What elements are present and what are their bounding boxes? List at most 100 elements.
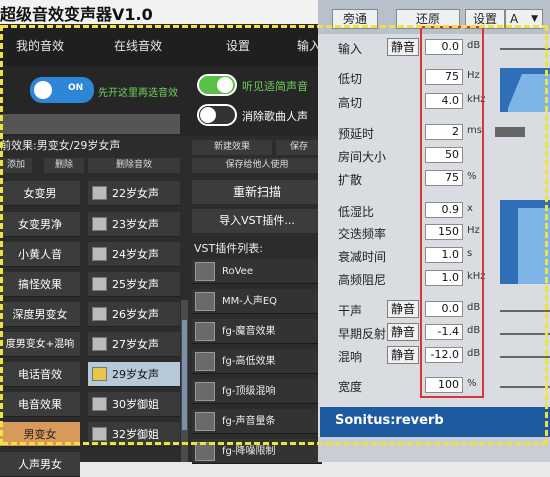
tab-settings[interactable]: 设置 — [198, 26, 278, 66]
brand-label: Sonitus:reverb — [335, 413, 444, 428]
panel-footer — [318, 437, 550, 462]
remove-vocal-label: 消除歌曲人声 — [242, 110, 308, 123]
param-label: 交迭频率 — [338, 227, 387, 241]
highlight-box — [420, 26, 484, 398]
vst-plugin-item[interactable]: fg-声音量条 — [192, 409, 322, 434]
mute-button[interactable]: 静音 — [387, 300, 419, 318]
category-item[interactable]: 女变男净 — [0, 212, 80, 237]
voice-item[interactable]: 26岁女声 — [88, 302, 180, 327]
param-label: 早期反射 — [338, 327, 387, 341]
dashed-border — [545, 25, 548, 445]
clear-voice-label: 听见适简声音 — [242, 80, 308, 93]
dashed-border — [2, 25, 548, 28]
param-label: 衰减时间 — [338, 250, 387, 264]
preset-icon — [92, 217, 107, 231]
tab-bar: 我的音效 在线音效 设置 输入 — [0, 26, 330, 66]
remove-vocal-toggle[interactable] — [197, 104, 237, 126]
category-item[interactable]: 电话音效 — [0, 362, 80, 387]
toggle-knob — [200, 107, 216, 123]
predelay-slider[interactable] — [495, 127, 525, 137]
plugin-icon — [195, 412, 215, 431]
mute-button[interactable]: 静音 — [387, 346, 419, 364]
preset-icon — [92, 186, 107, 200]
preset-icon — [92, 247, 107, 261]
delete-button[interactable]: 删除 — [44, 158, 84, 173]
save-personal-button[interactable]: 保存给他人使用 — [192, 158, 322, 173]
tab-online-effects[interactable]: 在线音效 — [98, 26, 178, 66]
save-button[interactable]: 保存 — [276, 140, 322, 155]
vst-plugin-item[interactable]: fg-顶级混响 — [192, 379, 322, 404]
vst-list-label: VST插件列表: — [194, 242, 263, 255]
plugin-icon — [195, 262, 215, 281]
param-label: 高频阻尼 — [338, 273, 387, 287]
app-title: 超级音效变声器V1.0 — [0, 5, 153, 24]
toggle-knob — [217, 77, 233, 93]
toggle-knob — [34, 81, 52, 99]
clear-voice-toggle[interactable] — [197, 74, 237, 96]
plugin-icon — [195, 382, 215, 401]
voice-item[interactable]: 25岁女声 — [88, 272, 180, 297]
param-label: 混响 — [338, 350, 363, 364]
category-item[interactable]: 电音效果 — [0, 392, 80, 417]
filter-curve-icon — [508, 74, 550, 112]
decay-graph — [500, 200, 550, 284]
voice-item[interactable]: 27岁女声 — [88, 332, 180, 357]
title-bar: 超级音效变声器V1.0 — [0, 0, 330, 24]
preset-icon — [92, 337, 107, 351]
slider-track[interactable] — [500, 333, 550, 335]
param-label: 低切 — [338, 72, 363, 86]
category-item[interactable]: 搞怪效果 — [0, 272, 80, 297]
plugin-icon — [195, 322, 215, 341]
new-effect-button[interactable]: 新建效果 — [192, 140, 272, 155]
param-label: 输入 — [338, 42, 363, 56]
voice-item[interactable]: 23岁女声 — [88, 212, 180, 237]
param-label: 宽度 — [338, 380, 363, 394]
status-strip — [0, 114, 180, 134]
voice-item[interactable]: 30岁御姐 — [88, 392, 180, 417]
category-item[interactable]: 深度男变女 — [0, 302, 80, 327]
import-vst-button[interactable]: 导入VST插件... — [192, 209, 322, 233]
scrollbar-thumb[interactable] — [182, 320, 187, 430]
voice-item-selected[interactable]: 29岁女声 — [88, 362, 180, 387]
slider-track[interactable] — [500, 48, 550, 50]
voice-item[interactable]: 22岁女声 — [88, 181, 180, 206]
preset-icon — [92, 307, 107, 321]
param-label: 扩散 — [338, 173, 363, 187]
param-label: 高切 — [338, 96, 363, 110]
slider-track[interactable] — [500, 386, 550, 388]
main-power-toggle[interactable]: ON — [30, 77, 94, 103]
plugin-icon — [195, 292, 215, 311]
plugin-icon — [195, 352, 215, 371]
tab-my-effects[interactable]: 我的音效 — [0, 26, 80, 66]
preset-icon — [92, 397, 107, 411]
param-label: 预延时 — [338, 127, 375, 141]
mute-button[interactable]: 静音 — [387, 323, 419, 341]
filter-graph — [500, 68, 550, 112]
vst-plugin-item[interactable]: fg-高低效果 — [192, 349, 322, 374]
preset-icon — [92, 367, 107, 381]
category-item[interactable]: 女变男 — [0, 181, 80, 206]
mute-button[interactable]: 静音 — [387, 38, 419, 56]
slider-track[interactable] — [500, 310, 550, 312]
toggle-on-label: ON — [68, 83, 84, 93]
param-label: 低湿比 — [338, 205, 375, 219]
category-item[interactable]: 度男变女+混响 — [0, 332, 80, 357]
dashed-border — [0, 25, 3, 445]
dashed-border — [2, 442, 548, 445]
current-effect-label: 前效果:男变女/29岁女声 — [0, 139, 121, 152]
param-label: 干声 — [338, 304, 363, 318]
rescan-button[interactable]: 重新扫描 — [192, 180, 322, 204]
vst-plugin-item[interactable]: RoVee — [192, 259, 322, 284]
delete-effect-button[interactable]: 删除音效 — [88, 158, 180, 173]
vst-plugin-item[interactable]: fg-魔音效果 — [192, 319, 322, 344]
preset-icon — [92, 427, 107, 441]
voice-item[interactable]: 24岁女声 — [88, 242, 180, 267]
vst-plugin-item[interactable]: MM-人声EQ — [192, 289, 322, 314]
param-label: 房间大小 — [338, 150, 387, 164]
category-item[interactable]: 小黄人音 — [0, 242, 80, 267]
slider-track[interactable] — [500, 356, 550, 358]
main-toggle-hint: 先开这里再选音效 — [98, 88, 178, 99]
category-item[interactable]: 人声男女 — [0, 452, 80, 477]
add-button[interactable]: 添加 — [0, 158, 32, 173]
preset-icon — [92, 277, 107, 291]
